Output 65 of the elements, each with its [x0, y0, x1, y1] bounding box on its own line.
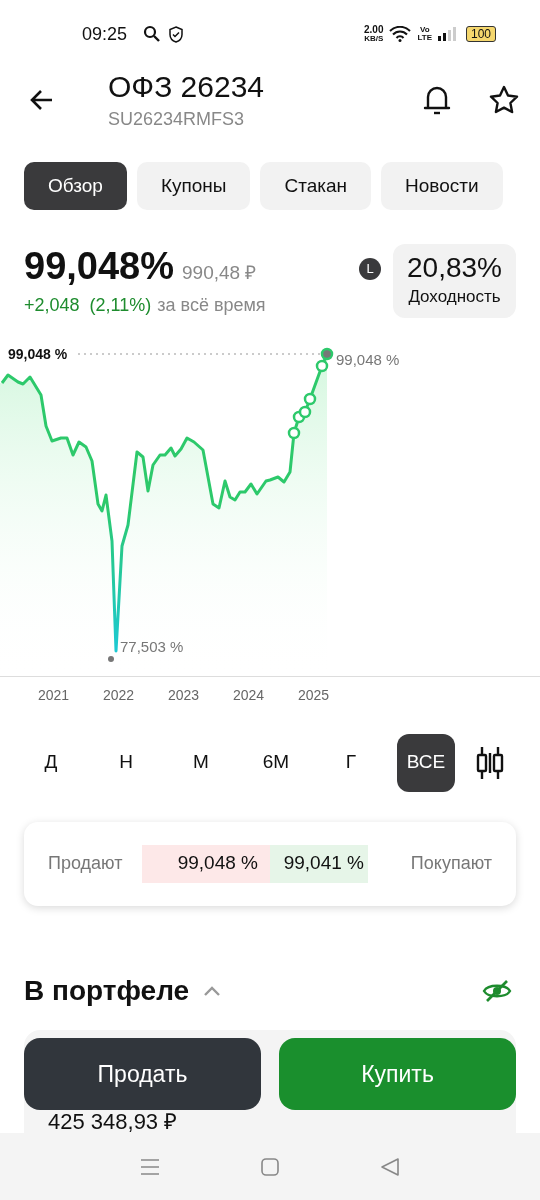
price-rub: 990,48 ₽ [182, 261, 257, 285]
portfolio-amount: 425 348,93 ₽ [48, 1108, 178, 1134]
search-icon [143, 25, 162, 43]
price-change: +2,048 [24, 293, 80, 317]
price-value: 99,048% [24, 246, 174, 286]
chevron-icon [203, 984, 222, 997]
year-label: 2025 [298, 685, 330, 705]
price-change-percent: (2,11%) [89, 293, 152, 317]
back-nav-icon[interactable] [380, 1156, 400, 1177]
buy-button[interactable]: Купить [279, 1038, 516, 1110]
period-button[interactable]: 6М [247, 733, 305, 792]
candlestick-icon [476, 744, 504, 781]
last-price-point [320, 347, 334, 360]
menu-icon[interactable] [140, 1157, 160, 1176]
year-label: 2023 [168, 685, 200, 705]
bell-icon [422, 84, 452, 116]
bond-title: ОФЗ 26234 [108, 70, 266, 104]
liquidity-badge: L [359, 258, 382, 280]
bond-isin: SU26234RMFS3 [108, 108, 246, 131]
period-button[interactable]: Г [322, 733, 380, 792]
year-label: 2021 [38, 685, 70, 705]
status-time: 09:25 [82, 22, 128, 46]
coupon-point [287, 426, 301, 439]
yield-value: 20,83% [407, 252, 502, 284]
coupon-point [298, 405, 312, 418]
eye-slash-icon [482, 978, 512, 1003]
min-point [108, 655, 114, 662]
ask-price: 99,048 % [142, 844, 270, 883]
period-button[interactable]: Н [97, 733, 155, 792]
chart-type-button[interactable] [476, 744, 504, 781]
home-icon[interactable] [260, 1156, 280, 1177]
tab[interactable]: Купоны [136, 162, 251, 210]
network-speed: 2.00 [364, 25, 384, 34]
change-period: за всё время [157, 293, 266, 317]
volte-label: Vo [419, 26, 430, 34]
sell-label: Продают [48, 852, 124, 875]
shield-icon [169, 25, 184, 43]
portfolio-title: В портфеле [24, 973, 190, 1008]
speed-unit: KB/S [364, 34, 384, 43]
favorite-button[interactable] [488, 84, 520, 116]
collapse-button[interactable] [203, 984, 222, 997]
min-price-label: 77,503 % [120, 637, 184, 655]
buy-label: Покупают [410, 852, 492, 875]
last-price-label: 99,048 % [8, 345, 68, 362]
tab[interactable]: Обзор [24, 162, 127, 210]
year-label: 2024 [233, 685, 265, 705]
hide-balance-button[interactable] [482, 978, 512, 1003]
bid-price: 99,041 % [270, 844, 368, 883]
signal-icon [437, 27, 458, 41]
lte-label: LTE [417, 34, 432, 42]
star-icon [488, 84, 520, 116]
tab[interactable]: Новости [381, 162, 503, 210]
period-button[interactable]: Д [22, 733, 80, 792]
tab[interactable]: Стакан [260, 162, 372, 210]
yield-label: Доходность [408, 286, 501, 308]
coupon-point [315, 359, 329, 372]
period-button[interactable]: М [172, 733, 230, 792]
sell-button[interactable]: Продать [24, 1038, 261, 1110]
end-price-label: 99,048 % [336, 350, 400, 368]
coupon-point [303, 392, 317, 405]
year-label: 2022 [103, 685, 135, 705]
period-button[interactable]: ВСЕ [397, 733, 455, 792]
battery-indicator: 100 [465, 26, 496, 42]
notification-button[interactable] [422, 84, 452, 116]
wifi-icon [389, 26, 412, 42]
